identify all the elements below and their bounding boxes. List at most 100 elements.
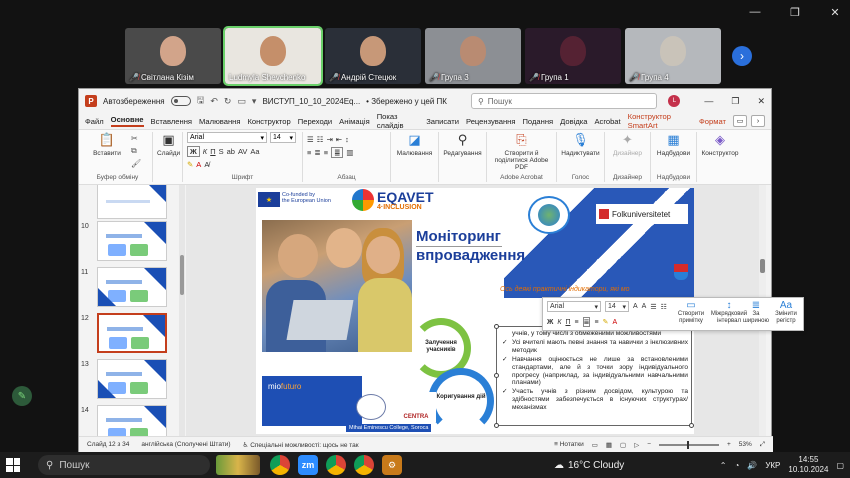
tab-item[interactable]: Показ слайдів	[377, 112, 420, 130]
italic-button[interactable]: К	[203, 147, 207, 156]
strike-button[interactable]: S	[219, 147, 224, 156]
outdent-icon[interactable]: ⇤	[336, 135, 342, 144]
format-painter-icon[interactable]: 🖌	[131, 159, 141, 168]
slide-scroll-knob[interactable]	[760, 259, 765, 273]
tab-item[interactable]: Довідка	[560, 117, 587, 126]
zoom-out-icon[interactable]: −	[647, 441, 651, 448]
slides-button[interactable]: ▣ Слайди	[157, 132, 180, 157]
numbering-icon[interactable]: ☷	[317, 135, 324, 144]
search-input[interactable]: ⚲ Пошук	[470, 93, 657, 109]
normal-view-icon[interactable]: ▭	[592, 441, 598, 449]
tab-item[interactable]: Переходи	[298, 117, 332, 126]
taskbar-search-input[interactable]: ⚲ Пошук	[38, 455, 210, 475]
align-left-icon[interactable]: ≡	[307, 148, 311, 157]
tab-item[interactable]: Конструктор	[247, 117, 290, 126]
underline-button[interactable]: П	[565, 319, 570, 326]
constructor-button[interactable]: ◈ Конструктор	[701, 132, 739, 157]
case-button[interactable]: Aa	[250, 147, 259, 156]
justify-button[interactable]: ≣ За шириною	[741, 300, 771, 324]
resize-handle[interactable]	[494, 423, 499, 428]
indent-icon[interactable]: ⇥	[326, 135, 332, 144]
slide-subtitle[interactable]: Ось деякі практичні індикатори, які мо	[500, 286, 630, 293]
accessibility-status[interactable]: ♿ Спеціальні можливості: щось не так	[243, 441, 359, 449]
justify-icon[interactable]: ≣	[331, 147, 344, 158]
align-left-icon[interactable]: ≡	[575, 319, 579, 326]
close-icon[interactable]: ✕	[828, 6, 842, 19]
highlight-icon[interactable]: ✎	[603, 318, 609, 326]
spacing-button[interactable]: AV	[238, 147, 247, 156]
share-icon[interactable]: ›	[751, 115, 765, 127]
tab-item[interactable]: Основне	[110, 115, 144, 127]
tab-item[interactable]: Анімація	[339, 117, 370, 126]
sorter-view-icon[interactable]: ▦	[606, 441, 612, 449]
language-indicator[interactable]: УКР	[765, 461, 780, 470]
columns-icon[interactable]: ▥	[346, 148, 353, 157]
restore-icon[interactable]: ❐	[788, 6, 802, 19]
language-status[interactable]: англійська (Сполучені Штати)	[141, 441, 230, 448]
change-case-button[interactable]: Aa Змінити регістр	[769, 300, 803, 324]
slideshow-icon[interactable]: ▷	[634, 441, 639, 449]
tab-item[interactable]: Файл	[85, 117, 104, 126]
designer-button[interactable]: ✦ Дизайнер	[609, 132, 646, 157]
participant-tile[interactable]: 🎤̸ Андрій Стецюк	[325, 28, 421, 84]
italic-button[interactable]: К	[557, 319, 561, 326]
participant-tile[interactable]: 🎤̸ Група 3	[425, 28, 521, 84]
align-right-icon[interactable]: ≡	[324, 148, 328, 157]
undo-icon[interactable]: ↶	[210, 96, 218, 107]
tab-item[interactable]: Записати	[426, 117, 459, 126]
thumbnails-scrollbar[interactable]	[179, 185, 185, 438]
create-pdf-button[interactable]: ⎘ Створити й поділитися Adobe PDF	[491, 132, 552, 171]
font-color-icon[interactable]: A	[196, 160, 201, 169]
avatar[interactable]: L	[668, 95, 681, 107]
underline-button[interactable]: П	[210, 147, 215, 156]
tab-item[interactable]: Acrobat	[594, 117, 620, 126]
slide-thumbnail[interactable]	[97, 405, 167, 438]
notes-button[interactable]: ≡ Нотатки	[554, 441, 584, 448]
zoom-in-icon[interactable]: +	[727, 441, 731, 448]
create-note-button[interactable]: ▭ Створити примітку	[671, 300, 711, 324]
volume-icon[interactable]: 🔊	[747, 461, 757, 470]
tab-item[interactable]: Вставлення	[151, 117, 193, 126]
mini-size-select[interactable]: 14 ▾	[605, 301, 629, 312]
bullets-icon[interactable]: ☰	[650, 303, 656, 311]
dictate-button[interactable]: 🎙 Надиктувати	[561, 132, 600, 157]
tab-item[interactable]: Рецензування	[466, 117, 516, 126]
font-size-select[interactable]: 14 ▾	[270, 132, 296, 143]
bold-button[interactable]: Ж	[547, 319, 553, 326]
editing-button[interactable]: ⚲ Редагування	[443, 132, 482, 157]
save-icon[interactable]: 🖫	[197, 93, 205, 109]
shadow-button[interactable]: ab	[227, 147, 235, 156]
correction-ring[interactable]	[428, 368, 494, 434]
chrome-2-app-icon[interactable]	[326, 455, 346, 475]
autosave-toggle[interactable]	[170, 96, 191, 106]
customize-icon[interactable]: ▾	[252, 96, 257, 107]
slide-thumbnail[interactable]	[97, 359, 167, 399]
resize-handle[interactable]	[494, 324, 499, 329]
grow-font-icon[interactable]: A	[633, 303, 638, 310]
resize-handle[interactable]	[494, 373, 499, 378]
slide-thumbnail[interactable]	[97, 313, 167, 353]
indicator-list[interactable]: учнів, у тому числі з обмеженими можливо…	[502, 330, 688, 413]
minimize-icon[interactable]: —	[748, 6, 762, 19]
present-icon[interactable]: ▭	[237, 96, 246, 107]
close-icon[interactable]: ✕	[757, 96, 765, 107]
chrome-app-icon[interactable]	[270, 455, 290, 475]
reading-view-icon[interactable]: ▢	[620, 441, 626, 449]
annotate-pen-button[interactable]: ✎	[12, 386, 32, 406]
shrink-font-icon[interactable]: A	[642, 303, 647, 310]
tab-item[interactable]: Подання	[522, 117, 553, 126]
tab-item[interactable]: Конструктор SmartArt	[628, 112, 692, 130]
clock[interactable]: 14:55 10.10.2024	[788, 455, 828, 474]
next-participants-button[interactable]: ›	[732, 46, 752, 66]
comments-icon[interactable]: ▭	[733, 115, 747, 127]
highlight-icon[interactable]: ✎	[187, 160, 193, 169]
thumbnails-scroll-knob[interactable]	[180, 255, 184, 295]
slide-thumbnail[interactable]	[97, 221, 167, 261]
participant-tile[interactable]: 🎤̸ Світлана Кізім	[125, 28, 221, 84]
zoom-slider[interactable]	[658, 440, 719, 449]
zoom-app-icon[interactable]: zm	[298, 455, 318, 475]
settings-app-icon[interactable]: ⚙	[382, 455, 402, 475]
tray-arrow-icon[interactable]: ⌃	[720, 461, 727, 470]
restore-icon[interactable]: ❐	[731, 96, 739, 107]
notifications-icon[interactable]: ▢	[836, 461, 844, 470]
